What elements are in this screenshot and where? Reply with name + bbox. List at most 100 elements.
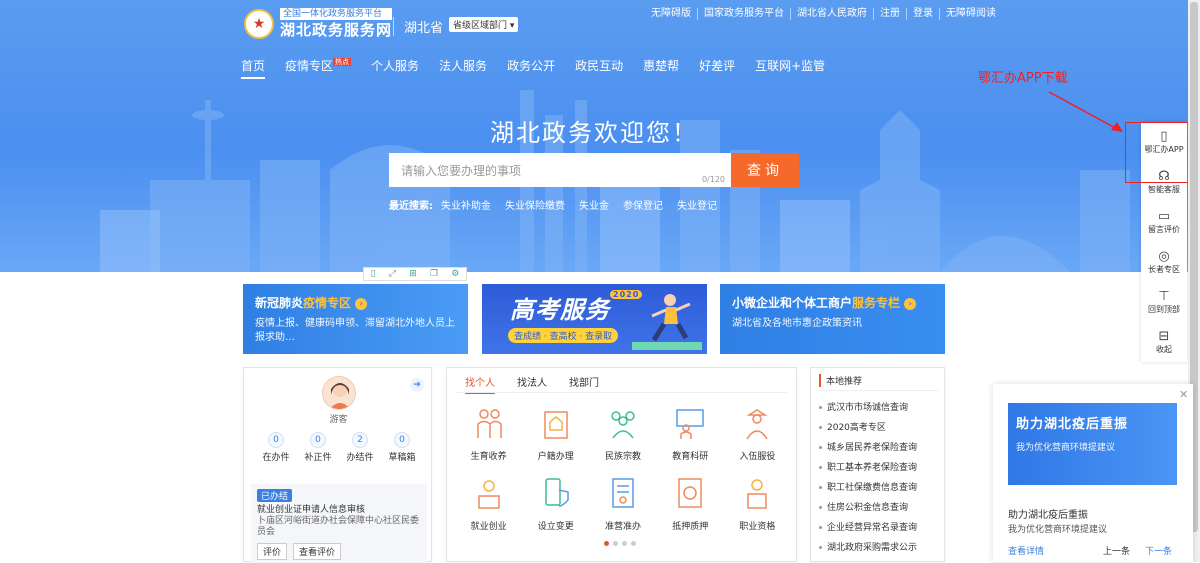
service-household[interactable]: 户籍办理 — [522, 406, 589, 462]
banner-covid-zone[interactable]: 新冠肺炎疫情专区 › 疫情上报、健康码申领、滞留湖北外地人员上报求助… — [243, 284, 468, 354]
app-download-annotation: 鄂汇办APP下载 — [978, 71, 1068, 86]
popup-details-link[interactable]: 查看详情 — [1008, 544, 1044, 557]
banner-small-business[interactable]: 小微企业和个体工商户服务专栏 › 湖北省及各地市惠企政策资讯 — [720, 284, 945, 354]
service-label: 抵押质押 — [672, 522, 709, 532]
settings-icon[interactable]: ⚙ — [451, 269, 459, 279]
nav-government-affairs[interactable]: 政务公开 — [507, 57, 555, 79]
welcome-heading: 湖北政务欢迎您！ — [490, 119, 698, 147]
carousel-dot[interactable] — [631, 541, 636, 546]
link-login[interactable]: 登录 — [907, 8, 940, 20]
nav-huichubang[interactable]: 惠楚帮 — [643, 57, 679, 79]
nav-personal-services[interactable]: 个人服务 — [371, 57, 419, 79]
message-icon: ▭ — [1157, 208, 1171, 224]
carousel-dot[interactable] — [604, 541, 609, 546]
popup-next-button[interactable]: 下一条 — [1145, 544, 1172, 557]
nav-corporate-services[interactable]: 法人服务 — [439, 57, 487, 79]
service-education[interactable]: 教育科研 — [657, 406, 724, 462]
service-registration-change[interactable]: 设立变更 — [522, 476, 589, 532]
popup-image[interactable]: 助力湖北疫后重振 我为优化营商环境提建议 — [1008, 403, 1177, 485]
stat-completed[interactable]: 2 办结件 — [342, 432, 378, 463]
service-grid: 生育收养 户籍办理 民族宗教 教育科研 入伍服役 就业创业 设立变更 准营准办 — [455, 406, 791, 532]
banner-gaokao-service[interactable]: 高考服务2020 查成绩 · 查高校 · 查录取 — [482, 284, 707, 354]
service-label: 职业资格 — [739, 522, 776, 532]
nav-covid-zone-label: 疫情专区 — [285, 59, 334, 73]
logo-title: 湖北政务服务网 — [280, 21, 393, 39]
popup-prev-button[interactable]: 上一条 — [1103, 544, 1130, 557]
featured-title: 本地推荐 — [819, 374, 862, 387]
site-logo[interactable]: ★ 全国一体化政务服务平台 湖北政务服务网 — [244, 8, 393, 40]
list-item[interactable]: 企业经营异常名录查询 — [819, 518, 944, 538]
list-item[interactable]: 武汉市市场诚信查询 — [819, 398, 944, 418]
service-label: 教育科研 — [672, 452, 709, 462]
sidebar-item-label: 收起 — [1156, 344, 1172, 354]
list-item[interactable]: 职工基本养老保险查询 — [819, 458, 944, 478]
service-mortgage[interactable]: 抵押质押 — [657, 476, 724, 532]
sidebar-item-feedback[interactable]: ▭ 留言评价 — [1141, 202, 1187, 242]
service-permits[interactable]: 准营准办 — [589, 476, 656, 532]
stat-count: 0 — [268, 432, 284, 448]
list-item[interactable]: 职工社保缴费信息查询 — [819, 478, 944, 498]
list-item[interactable]: 住房公积金信息查询 — [819, 498, 944, 518]
service-employment[interactable]: 就业创业 — [455, 476, 522, 532]
stat-supplement[interactable]: 0 补正件 — [300, 432, 336, 463]
search-button[interactable]: 查询 — [731, 153, 799, 187]
recent-search-item[interactable]: 失业金 — [579, 197, 609, 212]
service-birth-adoption[interactable]: 生育收养 — [455, 406, 522, 462]
list-item[interactable]: 2020高考专区 — [819, 418, 944, 438]
view-rating-button[interactable]: 查看评价 — [293, 543, 342, 560]
household-register-icon — [544, 411, 568, 439]
elder-icon: ◎ — [1158, 248, 1170, 264]
link-national-platform[interactable]: 国家政务服务平台 — [698, 8, 791, 20]
search-placeholder: 请输入您要办理的事项 — [401, 163, 522, 178]
recent-search-item[interactable]: 失业保险缴费 — [505, 197, 565, 212]
nav-covid-zone[interactable]: 疫情专区 热点 — [285, 57, 352, 79]
tab-corporate[interactable]: 找法人 — [517, 374, 547, 394]
stat-drafts[interactable]: 0 草稿箱 — [384, 432, 420, 463]
sidebar-item-elder-zone[interactable]: ◎ 长者专区 — [1141, 242, 1187, 282]
link-register[interactable]: 注册 — [874, 8, 907, 20]
carousel-dot[interactable] — [613, 541, 618, 546]
bookmark-icon[interactable]: ▯ — [371, 269, 376, 279]
service-military[interactable]: 入伍服役 — [724, 406, 791, 462]
top-links: 无障碍版 国家政务服务平台 湖北省人民政府 注册 登录 无障碍阅读 — [645, 8, 1002, 20]
application-title[interactable]: 就业创业证申请人信息审核 — [257, 505, 421, 516]
recent-search-item[interactable]: 失业登记 — [677, 197, 717, 212]
nav-home[interactable]: 首页 — [241, 57, 266, 79]
sidebar-item-collapse[interactable]: ⊟ 收起 — [1141, 322, 1187, 362]
link-accessible-version[interactable]: 无障碍版 — [645, 8, 698, 20]
runner-illustration — [632, 294, 702, 350]
nav-supervision[interactable]: 互联网+监管 — [755, 57, 825, 79]
banner-covid-desc: 疫情上报、健康码申领、滞留湖北外地人员上报求助… — [255, 318, 455, 343]
arrow-right-icon[interactable]: ➔ — [410, 378, 424, 392]
rate-button[interactable]: 评价 — [257, 543, 288, 560]
service-ethnic-religion[interactable]: 民族宗教 — [589, 406, 656, 462]
recent-search-item[interactable]: 失业补助金 — [441, 197, 491, 212]
tab-individual[interactable]: 找个人 — [465, 374, 495, 394]
search-input[interactable]: 请输入您要办理的事项 0/120 — [389, 153, 731, 187]
stat-count: 0 — [394, 432, 410, 448]
chevron-down-icon: ▾ — [509, 21, 515, 31]
nav-interaction[interactable]: 政民互动 — [575, 57, 623, 79]
region-dropdown[interactable]: 省级区域部门 ▾ — [449, 17, 519, 32]
banner-covid-title: 新冠肺炎 — [255, 296, 304, 310]
search-bar: 请输入您要办理的事项 0/120 查询 — [389, 153, 799, 187]
nav-rating[interactable]: 好差评 — [699, 57, 735, 79]
stat-in-progress[interactable]: 0 在办件 — [258, 432, 294, 463]
region-dropdown-value: 省级区域部门 — [453, 21, 508, 31]
link-accessible-reading[interactable]: 无障碍阅读 — [940, 8, 1002, 20]
close-icon[interactable]: ✕ — [1179, 388, 1188, 401]
zoom-icon[interactable]: ⊞ — [409, 269, 417, 279]
carousel-dot[interactable] — [622, 541, 627, 546]
recent-search-item[interactable]: 参保登记 — [623, 197, 663, 212]
copy-icon[interactable]: ❐ — [430, 269, 438, 279]
service-qualification[interactable]: 职业资格 — [724, 476, 791, 532]
link-provincial-government[interactable]: 湖北省人民政府 — [791, 8, 874, 20]
list-item[interactable]: 湖北政府采购需求公示 — [819, 538, 944, 558]
avatar[interactable] — [322, 376, 356, 410]
list-item[interactable]: 城乡居民养老保险查询 — [819, 438, 944, 458]
tab-department[interactable]: 找部门 — [569, 374, 599, 394]
fullscreen-icon[interactable]: ⤢ — [389, 269, 396, 279]
sidebar-item-back-top[interactable]: ⊤ 回到顶部 — [1141, 282, 1187, 322]
user-stats: 0 在办件 0 补正件 2 办结件 0 草稿箱 — [258, 432, 420, 463]
stat-label: 办结件 — [346, 453, 374, 463]
